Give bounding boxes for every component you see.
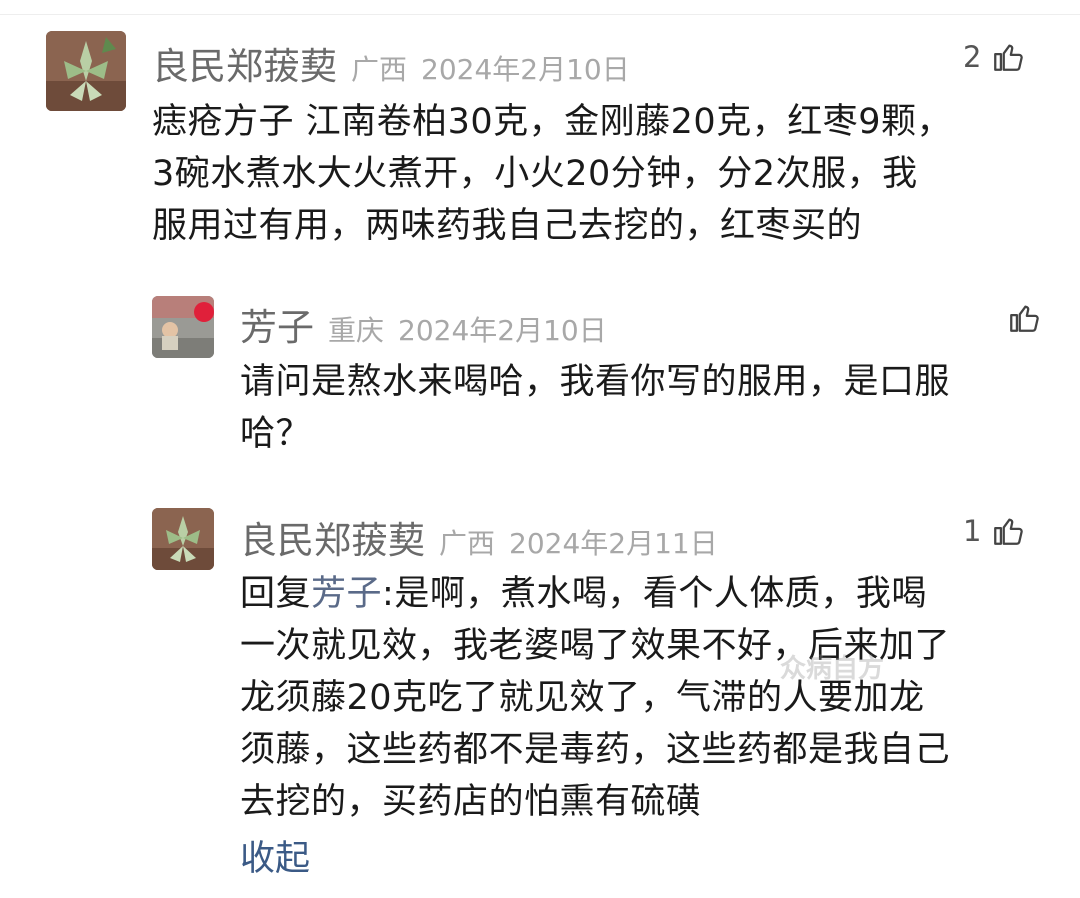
thumbs-up-icon [1010, 305, 1039, 332]
thumbs-up-icon [994, 44, 1024, 71]
like-count: 2 [963, 40, 982, 74]
like-count: 1 [963, 514, 982, 548]
avatar[interactable] [152, 296, 214, 358]
comment-meta: 良民郑菝葜 广西 2024年2月11日 [240, 510, 718, 564]
like-button[interactable] [997, 301, 1041, 335]
reply-prefix: 回复 [240, 574, 312, 614]
collapse-link[interactable]: 收起 [240, 830, 310, 881]
comment-line: 痣疮方子 江南卷柏30克，金刚藤20克，红枣9颗， [152, 102, 952, 142]
avatar[interactable] [46, 31, 126, 111]
comment-line: 哈？ [240, 414, 312, 454]
comment-meta: 芳子 重庆 2024年2月10日 [240, 297, 607, 351]
top-divider [0, 0, 1080, 15]
comment-line: 回复芳子:是啊，煮水喝，看个人体质，我喝 [240, 568, 1060, 620]
comment-meta: 良民郑菝葜 广西 2024年2月10日 [152, 36, 630, 90]
comment-line: 请问是熬水来喝哈，我看你写的服用，是口服 [240, 362, 951, 402]
comment-text: 回复芳子:是啊，煮水喝，看个人体质，我喝 一次就见效，我老婆喝了效果不好，后来加… [240, 568, 1060, 828]
comment-text: 痣疮方子 江南卷柏30克，金刚藤20克，红枣9颗， 3碗水煮水大火煮开，小火20… [152, 96, 1052, 252]
reply-first-line: :是啊，煮水喝，看个人体质，我喝 [382, 574, 927, 614]
comment-line: 服用过有用，两味药我自己去挖的，红枣买的 [152, 206, 863, 246]
comment-line: 龙须藤20克吃了就见效了，气滞的人要加龙 [240, 678, 925, 718]
comment-line: 一次就见效，我老婆喝了效果不好，后来加了 [240, 626, 951, 666]
author-name[interactable]: 良民郑菝葜 [152, 36, 337, 90]
reply-mention[interactable]: 芳子 [311, 574, 382, 614]
region-label: 广西 [439, 527, 496, 560]
region-label: 广西 [351, 53, 408, 86]
region-label: 重庆 [328, 314, 385, 347]
date-label: 2024年2月11日 [509, 527, 718, 560]
avatar[interactable] [152, 508, 214, 570]
comment-line: 去挖的，买药店的怕熏有硫磺 [240, 782, 702, 822]
date-label: 2024年2月10日 [398, 314, 607, 347]
comment-line: 3碗水煮水大火煮开，小火20分钟，分2次服，我 [152, 154, 918, 194]
comment-text: 请问是熬水来喝哈，我看你写的服用，是口服 哈？ [240, 356, 1060, 460]
thumbs-up-icon [994, 518, 1024, 545]
date-label: 2024年2月10日 [421, 53, 630, 86]
like-button[interactable]: 2 [963, 40, 1025, 74]
comment-line: 须藤，这些药都不是毒药，这些药都是我自己 [240, 730, 951, 770]
author-name[interactable]: 良民郑菝葜 [240, 510, 425, 564]
watermark: 众病自方 [780, 654, 885, 684]
author-name[interactable]: 芳子 [240, 297, 314, 351]
like-button[interactable]: 1 [963, 514, 1025, 548]
